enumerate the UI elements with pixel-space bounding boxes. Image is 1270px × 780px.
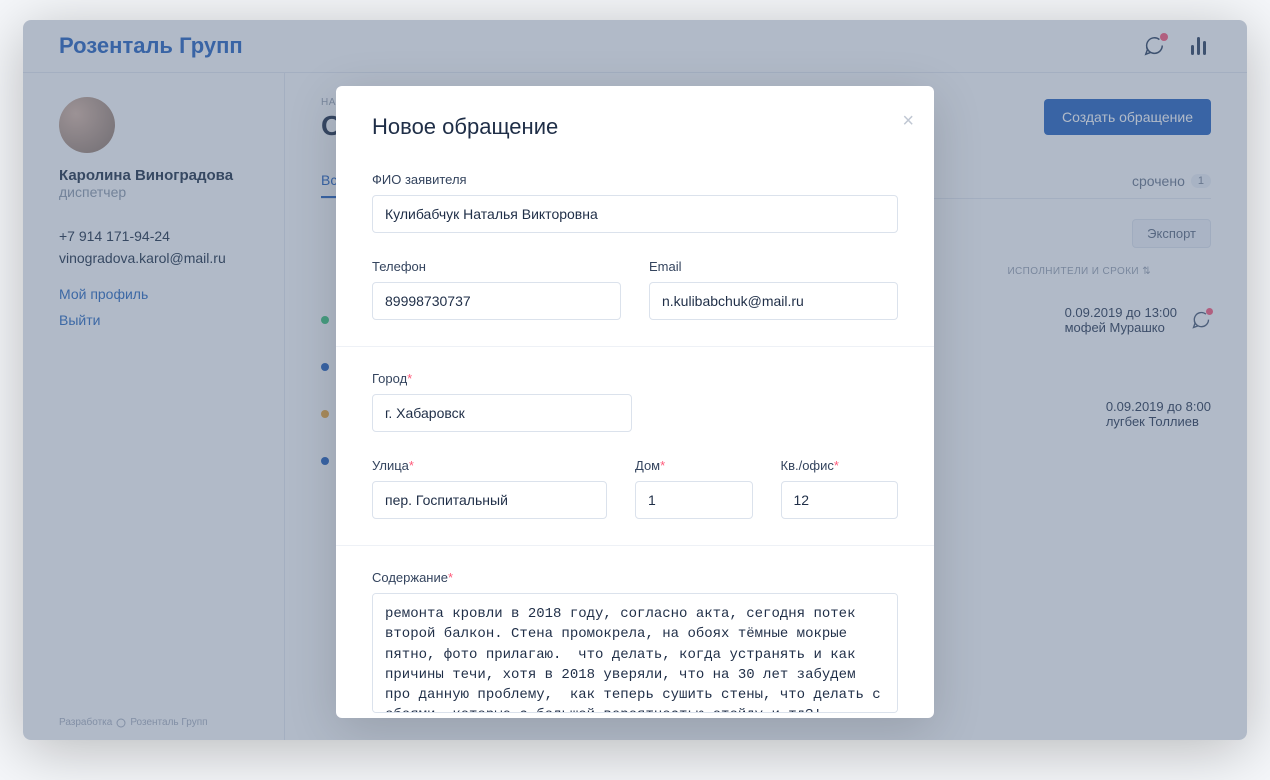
divider [336, 545, 934, 546]
house-input[interactable] [635, 481, 753, 519]
apt-input[interactable] [781, 481, 899, 519]
email-input[interactable] [649, 282, 898, 320]
close-icon[interactable]: × [902, 110, 914, 133]
content-textarea[interactable] [372, 593, 898, 713]
divider [336, 346, 934, 347]
email-label: Email [649, 259, 898, 274]
content-label: Содержание* [372, 570, 898, 585]
modal-overlay[interactable]: Новое обращение × ФИО заявителя Телефон … [23, 20, 1247, 740]
new-request-modal: Новое обращение × ФИО заявителя Телефон … [336, 86, 934, 718]
street-label: Улица* [372, 458, 607, 473]
house-label: Дом* [635, 458, 753, 473]
street-input[interactable] [372, 481, 607, 519]
app-frame: Розенталь Групп Каролина Виноградова дис… [23, 20, 1247, 740]
fio-label: ФИО заявителя [372, 172, 898, 187]
phone-input[interactable] [372, 282, 621, 320]
fio-input[interactable] [372, 195, 898, 233]
modal-title: Новое обращение [372, 114, 898, 140]
apt-label: Кв./офис* [781, 458, 899, 473]
phone-label: Телефон [372, 259, 621, 274]
city-label: Город* [372, 371, 632, 386]
city-input[interactable] [372, 394, 632, 432]
